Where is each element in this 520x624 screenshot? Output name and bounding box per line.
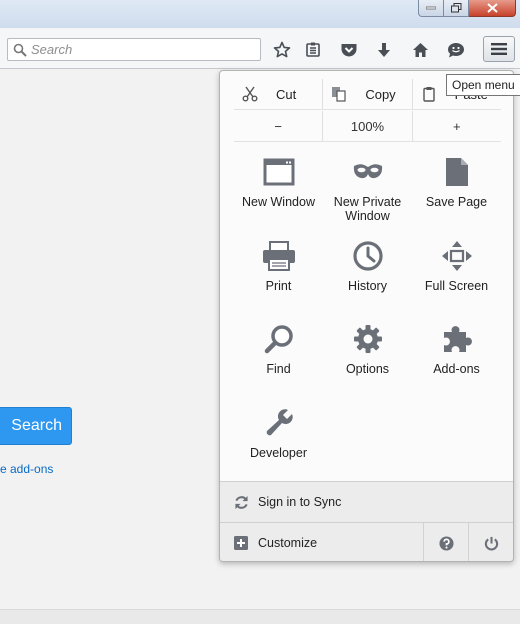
restore-icon [450, 3, 461, 13]
bookmark-star-button[interactable] [269, 37, 295, 63]
new-window-button[interactable]: New Window [234, 147, 323, 227]
add-ons-button[interactable]: Add-ons [412, 314, 501, 394]
scissors-icon [242, 86, 258, 102]
pocket-icon [341, 44, 357, 57]
help-question-icon [438, 535, 454, 551]
navigation-toolbar [0, 28, 520, 69]
copy-icon [332, 87, 346, 102]
puzzle-icon [443, 326, 472, 352]
customize-label: Customize [258, 536, 318, 550]
home-button[interactable] [407, 37, 433, 63]
menu-footer: Customize [220, 522, 513, 561]
addons-link[interactable]: e add-ons [0, 462, 53, 476]
cut-button[interactable]: Cut [234, 79, 322, 109]
zoom-out-button[interactable]: − [234, 111, 322, 141]
minimize-icon [426, 6, 436, 10]
close-icon [486, 3, 498, 13]
close-window-button[interactable] [469, 0, 516, 17]
open-menu-tooltip: Open menu [446, 74, 520, 96]
printer-icon [262, 241, 295, 271]
page-search-button[interactable]: Search [0, 407, 72, 445]
add-ons-label: Add-ons [433, 362, 480, 376]
wrench-icon [266, 409, 293, 436]
zoom-controls: − 100% + [234, 111, 501, 141]
pocket-button[interactable] [336, 37, 362, 63]
find-label: Find [266, 362, 291, 376]
developer-label: Developer [250, 446, 307, 460]
options-button[interactable]: Options [323, 314, 412, 394]
minimize-button[interactable] [418, 0, 444, 17]
zoom-reset-button[interactable]: 100% [322, 111, 411, 141]
search-input[interactable] [31, 39, 251, 60]
customize-button[interactable]: Customize [220, 523, 423, 561]
separator [234, 141, 501, 142]
sign-in-to-sync-button[interactable]: Sign in to Sync [220, 481, 513, 522]
power-icon [484, 536, 498, 550]
new-window-icon [263, 158, 294, 186]
cut-label: Cut [276, 86, 297, 102]
history-button[interactable]: History [323, 231, 412, 311]
full-screen-button[interactable]: Full Screen [412, 231, 501, 311]
print-button[interactable]: Print [234, 231, 323, 311]
clipboard-icon [422, 87, 435, 102]
save-page-button[interactable]: Save Page [412, 147, 501, 227]
full-screen-label: Full Screen [424, 279, 489, 293]
copy-label: Copy [365, 86, 396, 102]
new-private-window-label: New Private Window [333, 195, 402, 223]
print-label: Print [265, 279, 292, 293]
bookmarks-menu-button[interactable] [300, 37, 326, 63]
separator [234, 109, 501, 110]
bookmarks-list-icon [306, 42, 320, 57]
search-icon [13, 43, 27, 57]
star-icon [273, 41, 291, 58]
clock-icon [352, 241, 383, 271]
hamburger-menu-icon [491, 43, 507, 55]
hello-chat-button[interactable] [443, 37, 469, 63]
history-label: History [348, 279, 387, 293]
window-controls [418, 0, 516, 17]
magnifier-icon [264, 325, 293, 354]
gear-icon [353, 325, 382, 353]
developer-button[interactable]: Developer [234, 398, 323, 478]
help-button[interactable] [423, 523, 468, 561]
find-button[interactable]: Find [234, 314, 323, 394]
fullscreen-arrows-icon [441, 241, 472, 271]
restore-button[interactable] [444, 0, 469, 17]
downloads-button[interactable] [371, 37, 397, 63]
save-page-label: Save Page [425, 195, 488, 209]
copy-button[interactable]: Copy [322, 79, 411, 109]
private-mask-icon [353, 164, 382, 179]
home-icon [412, 43, 428, 57]
status-strip [0, 609, 520, 624]
save-page-icon [445, 158, 468, 186]
chat-face-icon [448, 43, 464, 58]
new-private-window-button[interactable]: New Private Window [323, 147, 412, 227]
download-arrow-icon [378, 43, 390, 57]
title-bar [0, 0, 520, 28]
quit-button[interactable] [468, 523, 513, 561]
open-menu-button[interactable] [483, 36, 515, 62]
plus-square-icon [234, 536, 248, 550]
new-window-label: New Window [242, 195, 315, 209]
options-label: Options [345, 362, 390, 376]
search-bar[interactable] [7, 38, 261, 61]
sync-icon [235, 495, 248, 509]
main-menu-panel: Cut Copy Paste − 100% + New Window New P… [219, 70, 514, 562]
zoom-in-button[interactable]: + [411, 111, 501, 141]
sync-label: Sign in to Sync [258, 495, 342, 509]
